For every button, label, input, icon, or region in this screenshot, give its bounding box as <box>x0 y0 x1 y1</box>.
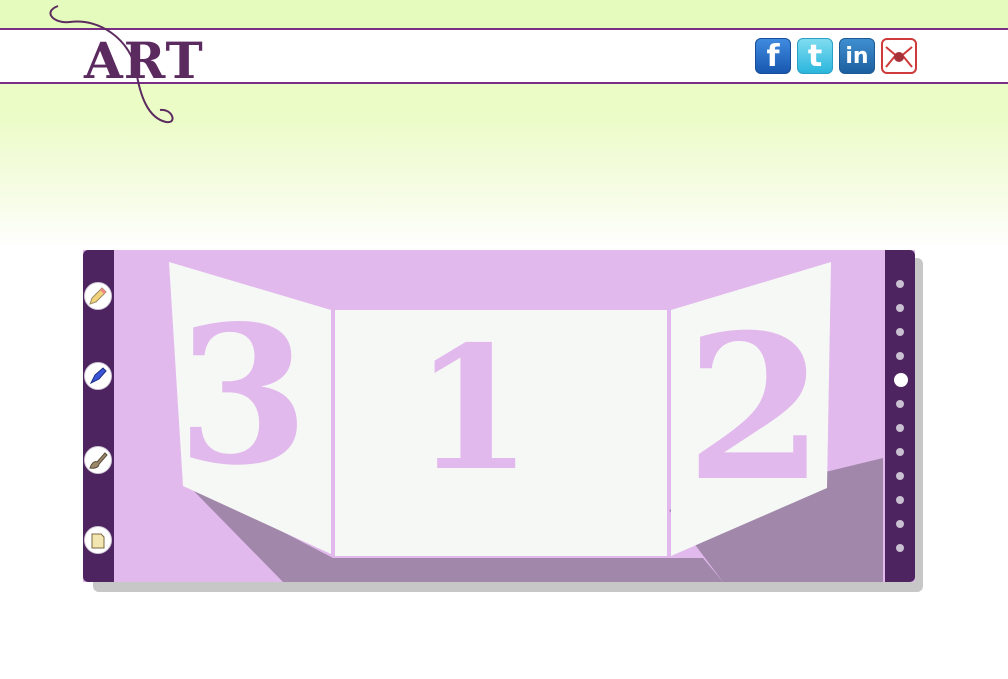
logo-text: ART <box>84 31 204 90</box>
panel-right-number: 2 <box>685 291 824 526</box>
gallery-viewer: 3 1 2 <box>83 250 915 582</box>
pagination-dot[interactable] <box>896 424 904 432</box>
pagination-dot[interactable] <box>896 472 904 480</box>
pagination-dot[interactable] <box>896 352 904 360</box>
pagination-dot[interactable] <box>896 520 904 528</box>
panel-center-number: 1 <box>414 309 532 509</box>
pagination-dot[interactable] <box>896 304 904 312</box>
facebook-icon[interactable]: f <box>755 38 791 74</box>
brush-icon <box>89 452 108 469</box>
pagination-dot[interactable] <box>894 373 908 387</box>
pencil-tool-button[interactable] <box>84 282 112 310</box>
pagination-dot[interactable] <box>896 328 904 336</box>
twitter-icon[interactable]: t <box>797 38 833 74</box>
pagination-dot[interactable] <box>896 544 904 552</box>
pagination-dot[interactable] <box>896 448 904 456</box>
gallery-stage: 3 1 2 <box>113 250 885 582</box>
folder-tool-button[interactable] <box>84 526 112 554</box>
pagination-dot[interactable] <box>896 280 904 288</box>
linkedin-icon[interactable]: in <box>839 38 875 74</box>
envelope-icon <box>885 46 913 68</box>
pagination-dot[interactable] <box>896 400 904 408</box>
pencil-icon <box>89 287 107 305</box>
email-icon[interactable] <box>881 38 917 74</box>
pagination-sidebar <box>885 250 915 582</box>
pen-icon <box>89 367 107 385</box>
pagination-dot[interactable] <box>896 496 904 504</box>
brush-tool-button[interactable] <box>84 446 112 474</box>
panel-left-number: 3 <box>177 284 309 507</box>
folder-icon <box>91 533 105 549</box>
pen-tool-button[interactable] <box>84 362 112 390</box>
